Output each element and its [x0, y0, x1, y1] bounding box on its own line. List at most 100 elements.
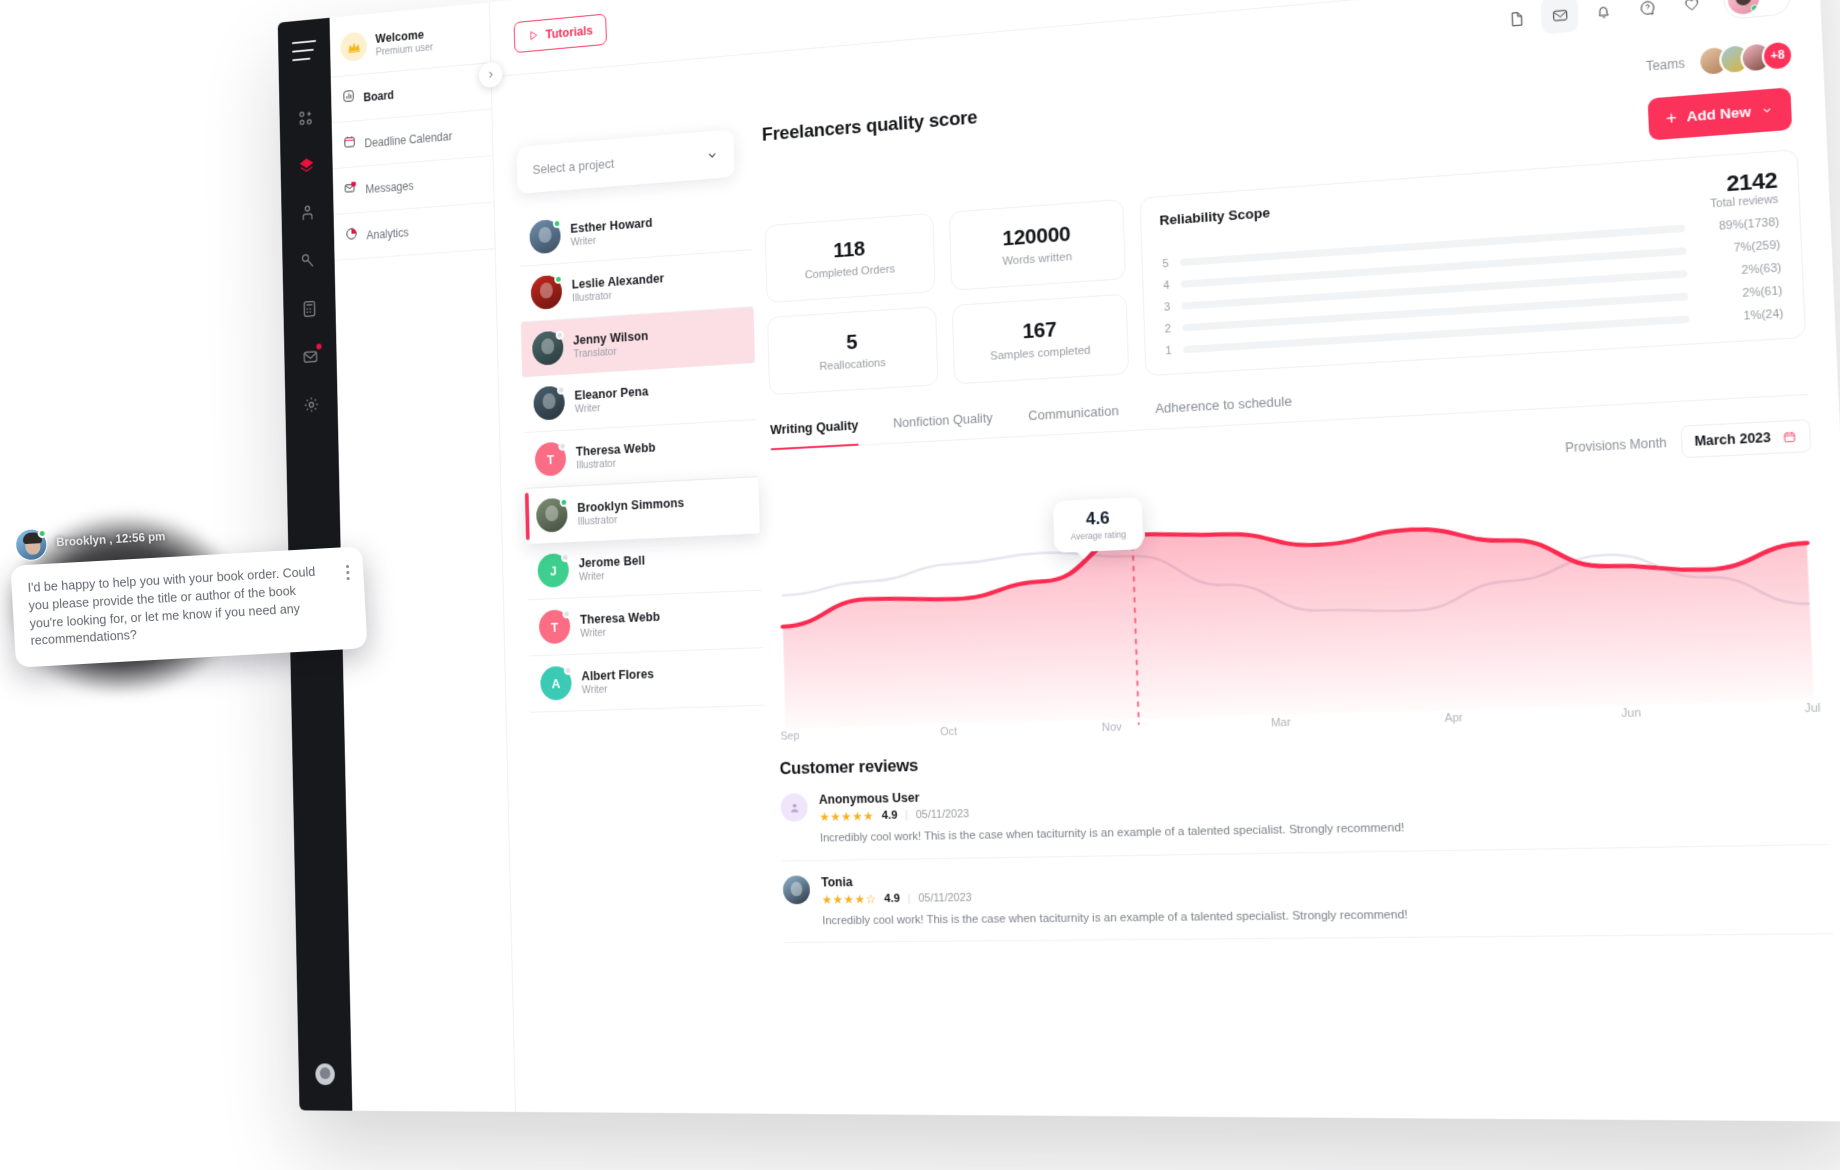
add-grid-icon[interactable]	[291, 101, 321, 136]
avatar: J	[537, 552, 570, 588]
date-picker[interactable]: March 2023	[1680, 419, 1812, 459]
tutorials-button[interactable]: Tutorials	[513, 12, 607, 53]
avatar	[531, 330, 564, 366]
help-icon[interactable]	[1628, 0, 1667, 27]
meta-separator: |	[907, 892, 911, 905]
tab-nonfiction-quality[interactable]: Nonfiction Quality	[893, 410, 993, 443]
offline-status-dot	[558, 441, 567, 451]
sidebar-item-label: Messages	[365, 178, 414, 196]
freelancer-row[interactable]: T Theresa Webb Writer	[527, 590, 763, 657]
reliability-title: Reliability Scope	[1159, 204, 1271, 229]
tooltip-value: 4.6	[1085, 507, 1110, 529]
tutorials-label: Tutorials	[545, 23, 593, 42]
review-text: Incredibly cool work! This is the case w…	[819, 821, 1405, 845]
review-text: Incredibly cool work! This is the case w…	[822, 908, 1408, 927]
reliability-score: 1	[1165, 344, 1172, 357]
freelancer-name: Albert Flores	[581, 666, 655, 683]
review-date: 05/11/2023	[918, 891, 972, 905]
heart-icon[interactable]	[1672, 0, 1711, 23]
freelancer-role: Writer	[580, 626, 607, 640]
avatar	[14, 527, 49, 562]
freelancer-row[interactable]: J Jerome Bell Writer	[526, 533, 762, 601]
user-menu[interactable]	[1722, 0, 1792, 20]
rail-avatar[interactable]	[315, 1063, 336, 1086]
key-icon[interactable]	[293, 244, 323, 279]
reliability-percent: 2%(61)	[1742, 283, 1783, 300]
online-status-dot	[37, 528, 47, 539]
mail-badge-icon	[343, 180, 357, 201]
layers-diamond-icon[interactable]	[292, 148, 322, 183]
tab-writing-quality[interactable]: Writing Quality	[770, 417, 859, 449]
rating-stars: ★★★★☆	[821, 893, 877, 907]
document-icon[interactable]	[1497, 0, 1535, 38]
avatar	[782, 874, 811, 904]
select-project-dropdown[interactable]: Select a project	[516, 129, 735, 194]
stat-card: 118 Completed Orders	[764, 212, 936, 304]
x-axis-tick: Jun	[1621, 706, 1642, 721]
rating-score: 4.9	[884, 892, 901, 905]
envelope-icon[interactable]	[1540, 0, 1579, 35]
team-overflow-count[interactable]: +8	[1761, 39, 1795, 73]
reliability-score: 3	[1163, 300, 1171, 314]
customer-reviews-list: Anonymous User ★★★★★ 4.9 | 05/11/2023 Incredi…	[779, 754, 1834, 944]
reliability-score: 5	[1162, 257, 1169, 270]
reliability-scope-panel: Reliability Scope 2142 Total reviews 5 89…	[1139, 148, 1807, 377]
freelancer-role: Writer	[581, 683, 608, 696]
team-avatar-stack[interactable]: +8	[1697, 39, 1795, 78]
reliability-percent: 2%(63)	[1741, 261, 1782, 277]
avatar	[780, 792, 808, 822]
freelancer-row[interactable]: Brooklyn Simmons Illustrator	[524, 477, 760, 545]
tab-communication[interactable]: Communication	[1028, 403, 1119, 436]
x-axis-tick: Mar	[1270, 716, 1292, 730]
freelancer-name: Jerome Bell	[578, 553, 646, 570]
reliability-percent: 89%(1738)	[1718, 215, 1780, 233]
select-project-placeholder: Select a project	[532, 155, 615, 177]
bell-icon[interactable]	[1584, 0, 1623, 31]
avatar	[530, 274, 563, 311]
add-new-button[interactable]: + Add New	[1647, 87, 1793, 141]
x-axis-tick: Apr	[1444, 711, 1464, 726]
freelancer-list: Esther Howard Writer Leslie Alexander Illus…	[518, 193, 765, 713]
user-icon[interactable]	[292, 196, 322, 231]
date-picker-value: March 2023	[1694, 429, 1772, 450]
crown-icon	[340, 31, 368, 63]
x-axis-tick: Jul	[1804, 701, 1821, 716]
stat-value: 5	[845, 330, 858, 355]
chart-canvas	[772, 459, 1822, 729]
x-axis-tick: Sep	[780, 730, 800, 743]
calculator-icon[interactable]	[294, 291, 324, 326]
avatar: A	[540, 665, 573, 701]
freelancer-row[interactable]: A Albert Flores Writer	[528, 648, 765, 713]
stat-value: 167	[1022, 317, 1057, 344]
teams-area: Teams +8	[1645, 39, 1795, 81]
calendar-icon	[342, 134, 356, 155]
gear-icon[interactable]	[296, 387, 326, 421]
dashboard-window: Welcome Premium user Board Deadline Cale…	[277, 0, 1840, 1122]
reliability-percent: 1%(24)	[1743, 306, 1784, 323]
screenshot-root: Welcome Premium user Board Deadline Cale…	[0, 0, 1840, 1170]
chat-message-card: Brooklyn , 12:56 pm I'd be happy to help…	[3, 507, 368, 700]
mail-badge	[316, 343, 322, 350]
stat-card: 5 Reallocations	[767, 306, 939, 396]
online-status-dot	[552, 218, 562, 229]
stat-card: 120000 Words written	[948, 198, 1126, 291]
avatar	[529, 218, 562, 255]
offline-status-dot	[563, 665, 573, 676]
offline-status-dot	[562, 609, 571, 619]
chart-tooltip: 4.6 Average rating	[1052, 497, 1144, 553]
mail-icon[interactable]	[295, 339, 325, 373]
provisions-month-label: Provisions Month	[1564, 435, 1667, 456]
tab-adherence-to-schedule[interactable]: Adherence to schedule	[1155, 393, 1293, 429]
calendar-icon	[1782, 429, 1797, 444]
menu-toggle-button[interactable]	[291, 39, 317, 62]
avatar	[535, 497, 569, 533]
meta-separator: |	[905, 809, 909, 822]
chat-author: Brooklyn , 12:56 pm	[55, 531, 166, 550]
x-axis-tick: Oct	[940, 725, 958, 739]
review-item: Tonia ★★★★☆ 4.9 | 05/11/2023 Incredibly cool …	[782, 844, 1834, 944]
online-status-dot	[559, 497, 569, 507]
reliability-percent: 7%(259)	[1733, 238, 1781, 255]
stat-card: 167 Samples completed	[951, 293, 1130, 385]
review-date: 05/11/2023	[915, 807, 970, 822]
chat-more-options-button[interactable]	[345, 564, 350, 581]
